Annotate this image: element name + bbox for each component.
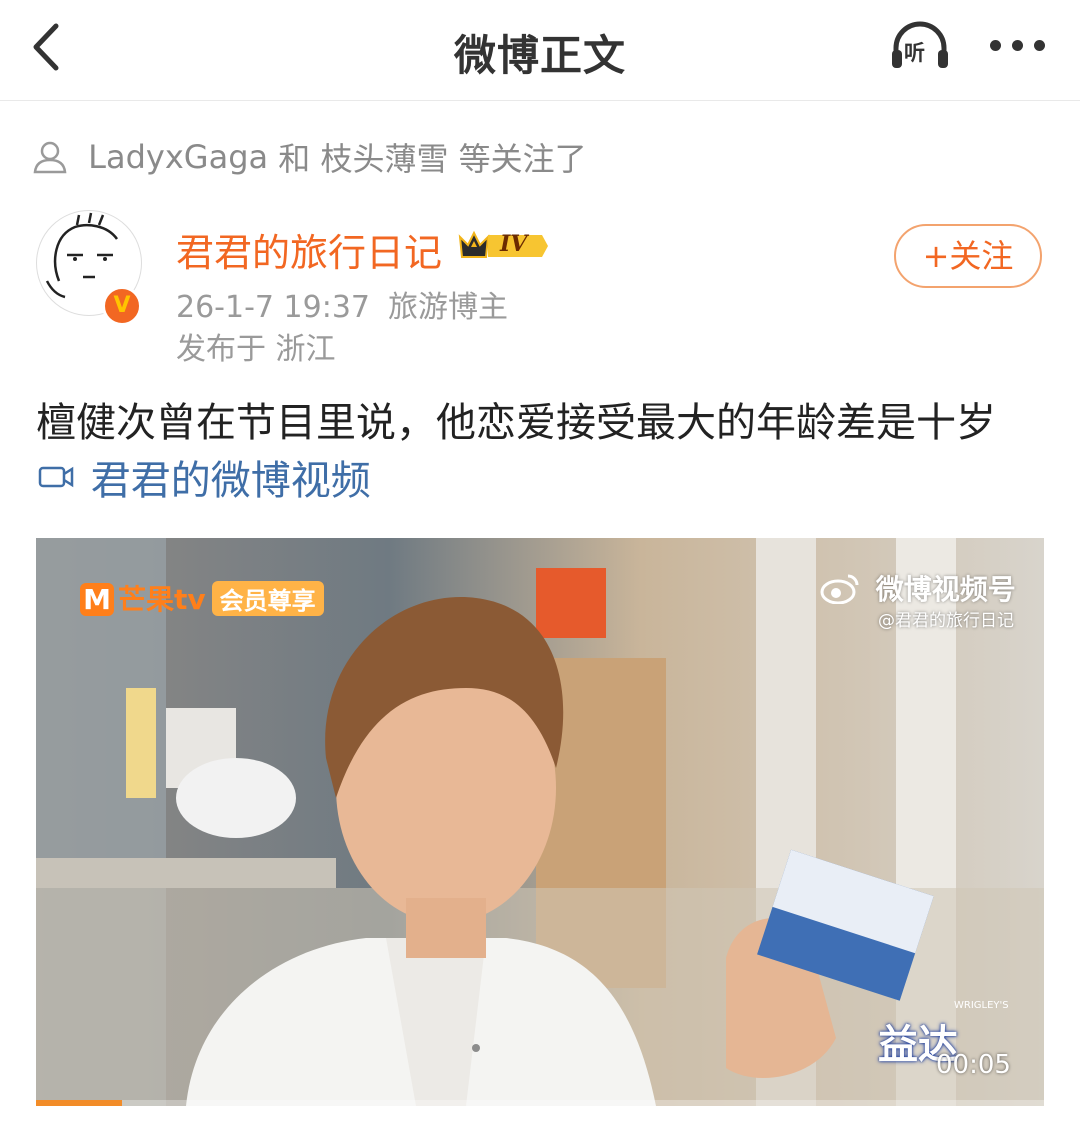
listen-label: 听 (904, 41, 925, 65)
top-navigation-bar: 微博正文 听 (0, 0, 1080, 101)
post-location: 发布于 浙江 (176, 332, 336, 367)
video-camera-icon (38, 466, 74, 488)
video-player[interactable]: M 芒果tv 会员尊享 微博视频号 @君君的旅行日记 WRIGLEY'S 益达 00… (36, 538, 1044, 1106)
mutual-follow-notice: LadyxGaga 和 枝头薄雪 等关注了 (32, 134, 587, 178)
ad-maker: WRIGLEY'S (954, 1000, 1009, 1011)
verified-badge: V (102, 286, 142, 326)
post-body: 檀健次曾在节目里说，他恋爱接受最大的年龄差是十岁 (36, 400, 996, 446)
follower-name-1[interactable]: LadyxGaga (88, 138, 268, 176)
video-progress-fill (36, 1100, 122, 1106)
channel-brand: 芒果tv (118, 583, 206, 616)
post-meta: 26-1-7 19:37 旅游博主 (176, 282, 508, 326)
author-role: 旅游博主 (388, 290, 508, 325)
video-link[interactable]: 君君的微博视频 (38, 448, 371, 506)
video-progress-bar[interactable] (36, 1100, 1044, 1106)
weibo-eye-icon (820, 574, 859, 604)
listen-button[interactable]: 听 (888, 18, 952, 74)
more-options-button[interactable] (988, 28, 1048, 64)
watermark-text: 微博视频号 (875, 573, 1016, 606)
author-name[interactable]: 君君的旅行日记 (176, 222, 442, 277)
follow-notice-suffix: 等关注了 (458, 140, 587, 178)
video-timecode: 00:05 (936, 1050, 1011, 1080)
watermark-handle: @君君的旅行日记 (878, 611, 1014, 631)
video-link-text: 君君的微博视频 (90, 458, 371, 504)
follower-name-2[interactable]: 枝头薄雪 (320, 140, 448, 178)
channel-tag: 会员尊享 (211, 581, 324, 616)
follow-button[interactable]: +关注 (894, 224, 1042, 288)
mango-tv-logo: M 芒果tv 会员尊享 (80, 578, 324, 616)
follow-notice-and: 和 (278, 140, 311, 178)
member-level-text: IV (500, 231, 528, 257)
member-level-badge[interactable]: IV (454, 229, 550, 263)
weibo-video-watermark: 微博视频号 (820, 568, 1016, 608)
more-dots-icon (990, 40, 1001, 51)
person-icon (33, 141, 67, 174)
post-timestamp: 26-1-7 19:37 (176, 290, 370, 325)
